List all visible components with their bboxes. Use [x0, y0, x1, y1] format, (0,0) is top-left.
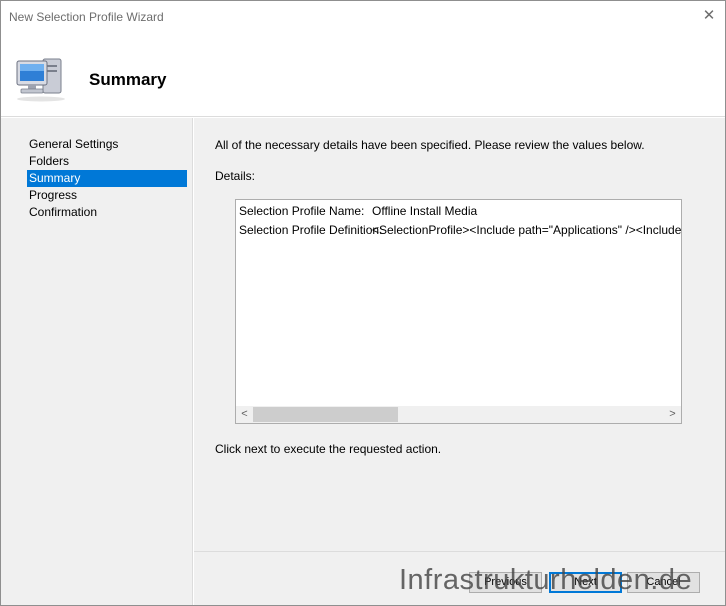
details-label: Details: — [215, 169, 256, 183]
detail-row-profile-name: Selection Profile Name: Offline Install M… — [239, 204, 477, 218]
window-title: New Selection Profile Wizard — [9, 10, 164, 24]
previous-button[interactable]: Previous — [469, 572, 542, 593]
details-textbox[interactable]: Selection Profile Name: Offline Install M… — [235, 199, 682, 424]
computer-icon — [16, 58, 65, 102]
cancel-button[interactable]: Cancel — [627, 572, 700, 593]
detail-key: Selection Profile Definition: — [239, 223, 383, 237]
title-bar: New Selection Profile Wizard ✕ — [1, 1, 725, 33]
intro-text: All of the necessary details have been s… — [215, 138, 645, 152]
step-summary[interactable]: Summary — [27, 170, 187, 187]
detail-key: Selection Profile Name: — [239, 204, 365, 218]
detail-value: Offline Install Media — [372, 204, 478, 218]
summary-panel: All of the necessary details have been s… — [194, 118, 725, 551]
detail-value: <SelectionProfile><Include path="Applica… — [372, 223, 682, 237]
close-icon[interactable]: ✕ — [699, 6, 719, 26]
scrollbar-thumb[interactable] — [253, 407, 398, 422]
wizard-header: Summary — [1, 33, 725, 117]
step-folders[interactable]: Folders — [27, 153, 187, 170]
step-confirmation[interactable]: Confirmation — [27, 204, 187, 221]
scroll-left-icon[interactable]: < — [236, 406, 253, 423]
step-progress[interactable]: Progress — [27, 187, 187, 204]
wizard-steps-sidebar: General Settings Folders Summary Progres… — [1, 118, 193, 605]
instruction-text: Click next to execute the requested acti… — [215, 442, 442, 456]
detail-row-profile-definition: Selection Profile Definition:<SelectionP… — [239, 223, 682, 237]
scroll-right-icon[interactable]: > — [664, 406, 681, 423]
next-button[interactable]: Next — [549, 572, 622, 593]
page-title: Summary — [89, 70, 167, 89]
step-general-settings[interactable]: General Settings — [27, 136, 187, 153]
wizard-window: New Selection Profile Wizard ✕ Summary G… — [0, 0, 726, 606]
button-bar: Previous Next Cancel — [194, 551, 725, 605]
horizontal-scrollbar[interactable]: < > — [236, 406, 681, 423]
